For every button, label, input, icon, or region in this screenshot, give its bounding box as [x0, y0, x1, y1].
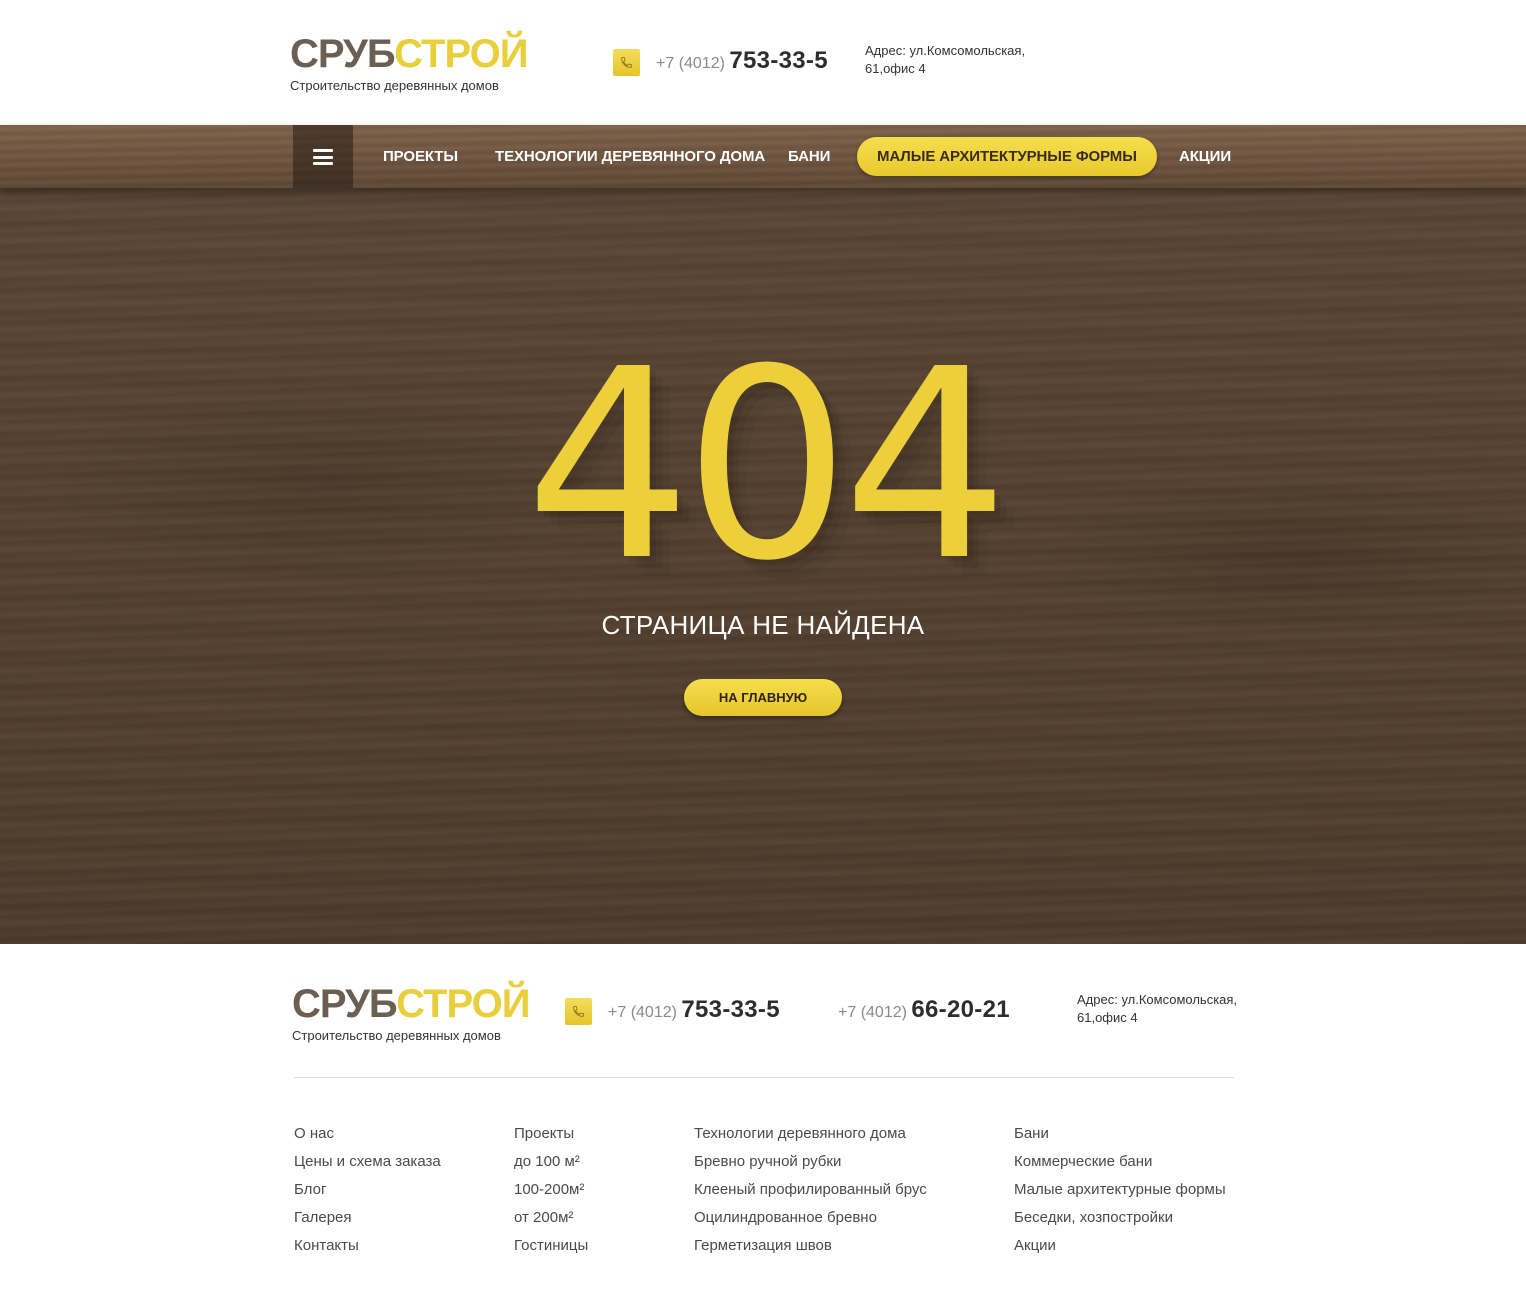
header-address: Адрес: ул.Комсомольская, 61,офис 4: [865, 42, 1045, 78]
nav-item-promotions[interactable]: АКЦИИ: [1179, 125, 1231, 188]
phone-number: 66-20-21: [911, 996, 1010, 1023]
site-header: СРУБСТРОЙ Строительство деревянных домов…: [0, 0, 1526, 125]
footer-phone-1[interactable]: +7 (4012) 753-33-5: [608, 996, 780, 1024]
footer-link[interactable]: Коммерческие бани: [1014, 1152, 1226, 1180]
footer-link[interactable]: Гостиницы: [514, 1236, 588, 1264]
phone-code: +7 (4012): [656, 55, 725, 72]
footer-address: Адрес: ул.Комсомольская, 61,офис 4: [1077, 991, 1257, 1027]
footer-link[interactable]: Бани: [1014, 1124, 1226, 1152]
footer-link[interactable]: Контакты: [294, 1236, 441, 1264]
nav-item-baths[interactable]: БАНИ: [788, 125, 830, 188]
phone-icon: [565, 998, 592, 1025]
logo[interactable]: СРУБСТРОЙ Строительство деревянных домов: [290, 32, 529, 93]
phone-code: +7 (4012): [608, 1004, 677, 1021]
footer-link[interactable]: Галерея: [294, 1208, 441, 1236]
footer-column-company: О нас Цены и схема заказа Блог Галерея К…: [294, 1124, 441, 1264]
footer-link[interactable]: Акции: [1014, 1236, 1226, 1264]
footer-phone-2[interactable]: +7 (4012) 66-20-21: [838, 996, 1010, 1024]
footer-link[interactable]: Технологии деревянного дома: [694, 1124, 927, 1152]
nav-item-technologies[interactable]: ТЕХНОЛОГИИ ДЕРЕВЯННОГО ДОМА: [495, 125, 765, 188]
address-line-2: 61,офис 4: [1077, 1010, 1138, 1025]
footer-link[interactable]: 100-200м²: [514, 1180, 588, 1208]
footer-link[interactable]: Оцилиндрованное бревно: [694, 1208, 927, 1236]
footer-link[interactable]: Бревно ручной рубки: [694, 1152, 927, 1180]
phone-icon: [613, 49, 640, 76]
footer-logo-wordmark: СРУБСТРОЙ: [292, 982, 531, 1026]
footer-link[interactable]: Проекты: [514, 1124, 588, 1152]
footer-link[interactable]: Блог: [294, 1180, 441, 1208]
menu-toggle-button[interactable]: [293, 125, 353, 188]
phone-code: +7 (4012): [838, 1004, 907, 1021]
footer-logo[interactable]: СРУБСТРОЙ Строительство деревянных домов: [292, 982, 531, 1043]
site-footer: СРУБСТРОЙ Строительство деревянных домов…: [0, 944, 1526, 1303]
header-phone[interactable]: +7 (4012) 753-33-5: [656, 47, 828, 75]
phone-number: 753-33-5: [681, 996, 780, 1023]
error-code: 404: [524, 313, 1009, 618]
footer-link[interactable]: Клееный профилированный брус: [694, 1180, 927, 1208]
footer-link[interactable]: О нас: [294, 1124, 441, 1152]
hamburger-icon: [313, 149, 333, 165]
footer-link[interactable]: Цены и схема заказа: [294, 1152, 441, 1180]
footer-logo-tagline: Строительство деревянных домов: [292, 1028, 501, 1043]
phone-number: 753-33-5: [729, 47, 828, 74]
nav-item-projects[interactable]: ПРОЕКТЫ: [383, 125, 458, 188]
footer-link[interactable]: Малые архитектурные формы: [1014, 1180, 1226, 1208]
footer-column-baths: Бани Коммерческие бани Малые архитектурн…: [1014, 1124, 1226, 1264]
footer-column-projects: Проекты до 100 м² 100-200м² от 200м² Гос…: [514, 1124, 588, 1264]
footer-link[interactable]: Герметизация швов: [694, 1236, 927, 1264]
error-message: СТРАНИЦА НЕ НАЙДЕНА: [601, 610, 925, 640]
address-line-2: 61,офис 4: [865, 61, 926, 76]
home-button[interactable]: НА ГЛАВНУЮ: [684, 679, 842, 716]
address-line-1: Адрес: ул.Комсомольская,: [865, 43, 1026, 58]
footer-link[interactable]: до 100 м²: [514, 1152, 588, 1180]
logo-tagline: Строительство деревянных домов: [290, 78, 499, 93]
nav-item-small-architecture[interactable]: МАЛЫЕ АРХИТЕКТУРНЫЕ ФОРМЫ: [857, 137, 1157, 176]
error-hero: ПРОЕКТЫ ТЕХНОЛОГИИ ДЕРЕВЯННОГО ДОМА БАНИ…: [0, 125, 1526, 944]
logo-wordmark: СРУБСТРОЙ: [290, 32, 529, 76]
footer-link[interactable]: от 200м²: [514, 1208, 588, 1236]
footer-divider: [294, 1077, 1234, 1078]
footer-link[interactable]: Беседки, хозпостройки: [1014, 1208, 1226, 1236]
footer-column-technologies: Технологии деревянного дома Бревно ручно…: [694, 1124, 927, 1264]
main-nav: ПРОЕКТЫ ТЕХНОЛОГИИ ДЕРЕВЯННОГО ДОМА БАНИ…: [0, 125, 1526, 188]
address-line-1: Адрес: ул.Комсомольская,: [1077, 992, 1238, 1007]
